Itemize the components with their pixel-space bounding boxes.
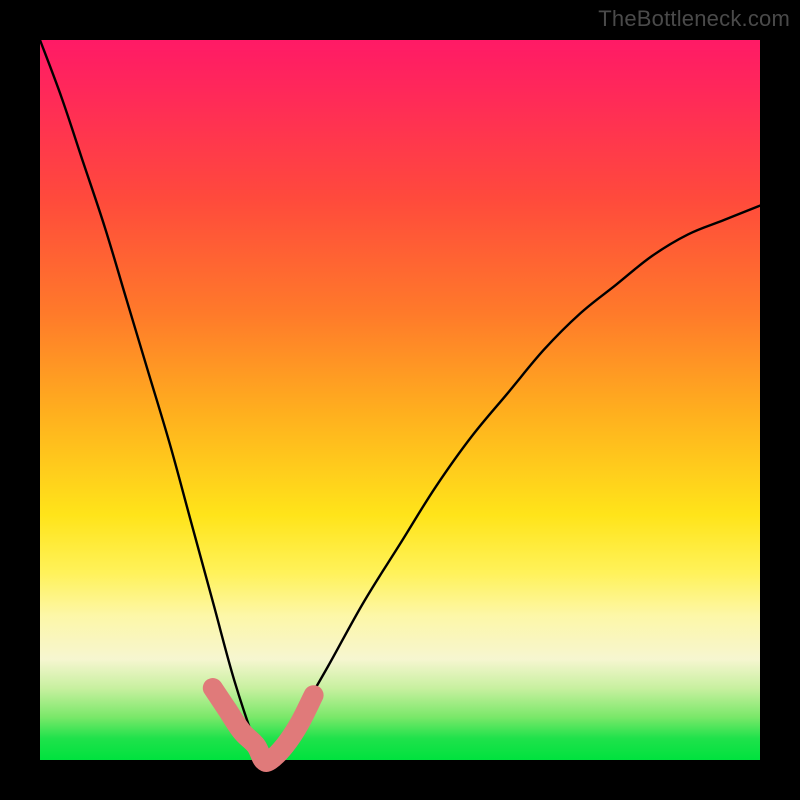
plot-area xyxy=(40,40,760,760)
chart-svg xyxy=(40,40,760,760)
watermark-text: TheBottleneck.com xyxy=(598,6,790,32)
chart-frame: TheBottleneck.com xyxy=(0,0,800,800)
plateau-marker xyxy=(213,688,314,762)
bottleneck-curve xyxy=(40,40,760,762)
